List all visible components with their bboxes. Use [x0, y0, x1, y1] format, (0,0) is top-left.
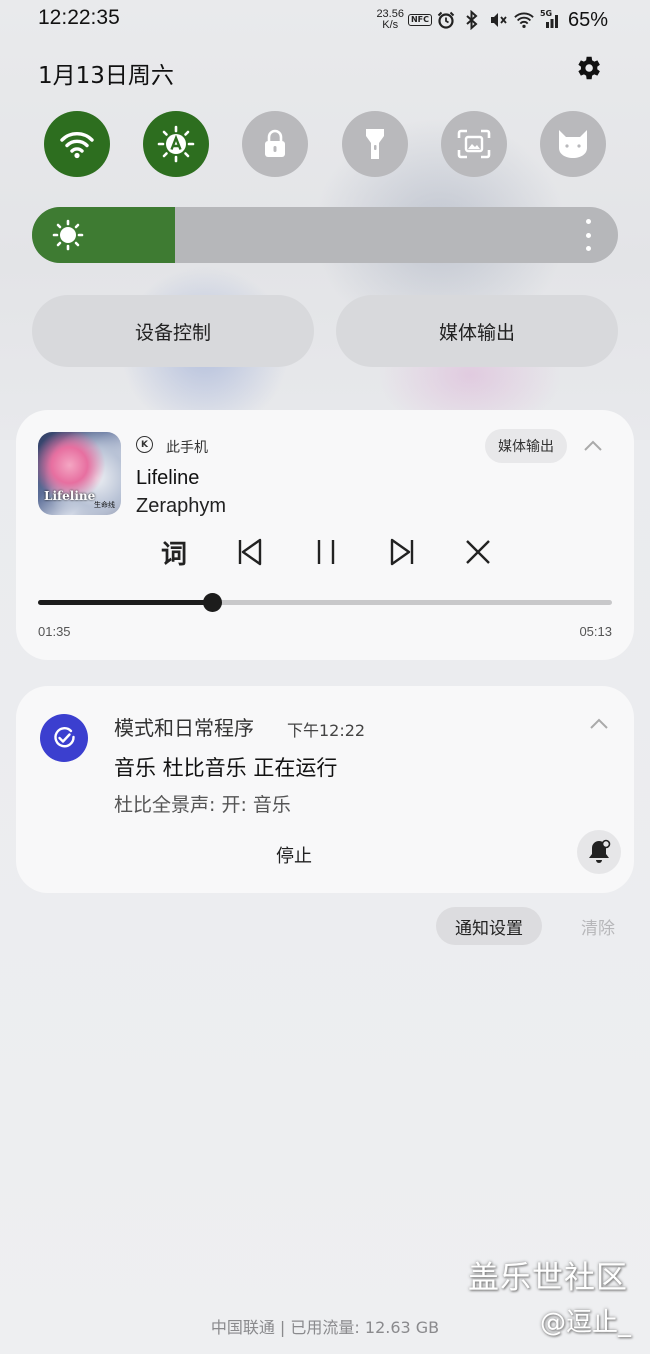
nfc-label: NFC — [407, 14, 432, 26]
media-output-chip[interactable]: 媒体输出 — [485, 429, 567, 463]
media-source-label: 此手机 — [166, 440, 208, 456]
clear-all-button[interactable]: 清除 — [560, 907, 636, 945]
previous-button[interactable] — [232, 534, 268, 570]
toggle-wifi[interactable] — [44, 111, 110, 177]
brightness-slider[interactable] — [32, 207, 618, 263]
cat-icon — [558, 130, 587, 158]
quick-toggles — [44, 111, 606, 177]
notification-title: 音乐 杜比音乐 正在运行 — [114, 756, 338, 780]
notification-time: 下午12:22 — [287, 721, 366, 740]
wifi-status-icon — [514, 10, 534, 30]
media-source-icon: K — [136, 436, 153, 453]
network-speed: 23.56 K/s — [376, 9, 404, 31]
album-art-subtext: 生命线 — [94, 501, 115, 509]
total-time: 05:13 — [579, 624, 612, 639]
wifi-icon — [60, 132, 94, 159]
media-player-card: Lifeline 生命线 K 此手机 媒体输出 Lifeline Zeraphy… — [16, 410, 634, 660]
cellular-signal-icon: 5G — [539, 9, 562, 30]
close-media-button[interactable] — [460, 534, 496, 570]
bluetooth-icon — [462, 10, 482, 30]
playback-controls: 词 — [156, 534, 496, 570]
notification-alert-button[interactable] — [577, 830, 621, 874]
playback-progress-thumb[interactable] — [203, 593, 223, 612]
toggle-screenshot[interactable] — [440, 111, 507, 177]
next-icon — [390, 538, 414, 566]
status-clock: 12:22:35 — [38, 6, 120, 29]
toggle-flashlight[interactable] — [341, 111, 408, 177]
status-icons: 23.56 K/s NFC 5G 65% — [376, 6, 608, 34]
brightness-more-options-button[interactable] — [584, 219, 592, 251]
screenshot-icon — [457, 129, 491, 159]
notification-settings-button[interactable]: 通知设置 — [436, 907, 542, 945]
bell-icon — [589, 839, 611, 863]
lock-icon — [265, 129, 286, 157]
collapse-chevron-icon[interactable] — [588, 717, 610, 731]
toggle-rotation-lock[interactable] — [242, 111, 309, 177]
device-control-button[interactable]: 设备控制 — [32, 295, 314, 367]
stop-button[interactable]: 停止 — [276, 842, 312, 868]
nfc-icon: NFC — [407, 10, 432, 30]
album-art-text: Lifeline — [44, 489, 96, 503]
lyrics-button[interactable]: 词 — [156, 534, 192, 570]
flashlight-icon — [365, 129, 384, 159]
battery-level: 65% — [567, 8, 608, 31]
notification-body: 杜比全景声: 开: 音乐 — [114, 794, 291, 816]
next-button[interactable] — [384, 534, 420, 570]
gear-icon — [578, 56, 600, 80]
settings-button[interactable] — [570, 50, 606, 86]
media-output-button[interactable]: 媒体输出 — [336, 295, 618, 367]
playback-progress-bar[interactable] — [38, 593, 612, 612]
pause-icon — [317, 540, 335, 564]
album-art[interactable]: Lifeline 生命线 — [38, 432, 121, 515]
routine-notification-card[interactable]: 模式和日常程序 下午12:22 音乐 杜比音乐 正在运行 杜比全景声: 开: 音… — [16, 686, 634, 893]
close-icon — [466, 540, 490, 564]
network-type-label: 5G — [539, 9, 553, 18]
previous-icon — [238, 538, 262, 566]
toggle-auto-brightness[interactable] — [143, 111, 210, 177]
network-speed-unit: K/s — [382, 19, 399, 31]
song-title: Lifeline — [136, 467, 200, 489]
alarm-icon — [436, 10, 456, 30]
playback-progress-fill — [38, 600, 213, 605]
date-label: 1月13日周六 — [38, 63, 174, 89]
pause-button[interactable] — [308, 534, 344, 570]
carrier-data-usage: 中国联通 | 已用流量: 12.63 GB — [210, 1318, 440, 1337]
mute-icon — [488, 10, 508, 30]
sun-icon — [52, 219, 84, 251]
notification-app-name: 模式和日常程序 — [114, 716, 254, 740]
auto-brightness-icon — [157, 125, 195, 163]
song-artist: Zeraphym — [136, 495, 227, 517]
modes-routines-icon — [40, 714, 88, 762]
collapse-chevron-icon[interactable] — [582, 439, 604, 453]
current-time: 01:35 — [38, 624, 71, 639]
watermark-community: 盖乐世社区 — [468, 1260, 628, 1296]
toggle-cat-app[interactable] — [539, 111, 606, 177]
